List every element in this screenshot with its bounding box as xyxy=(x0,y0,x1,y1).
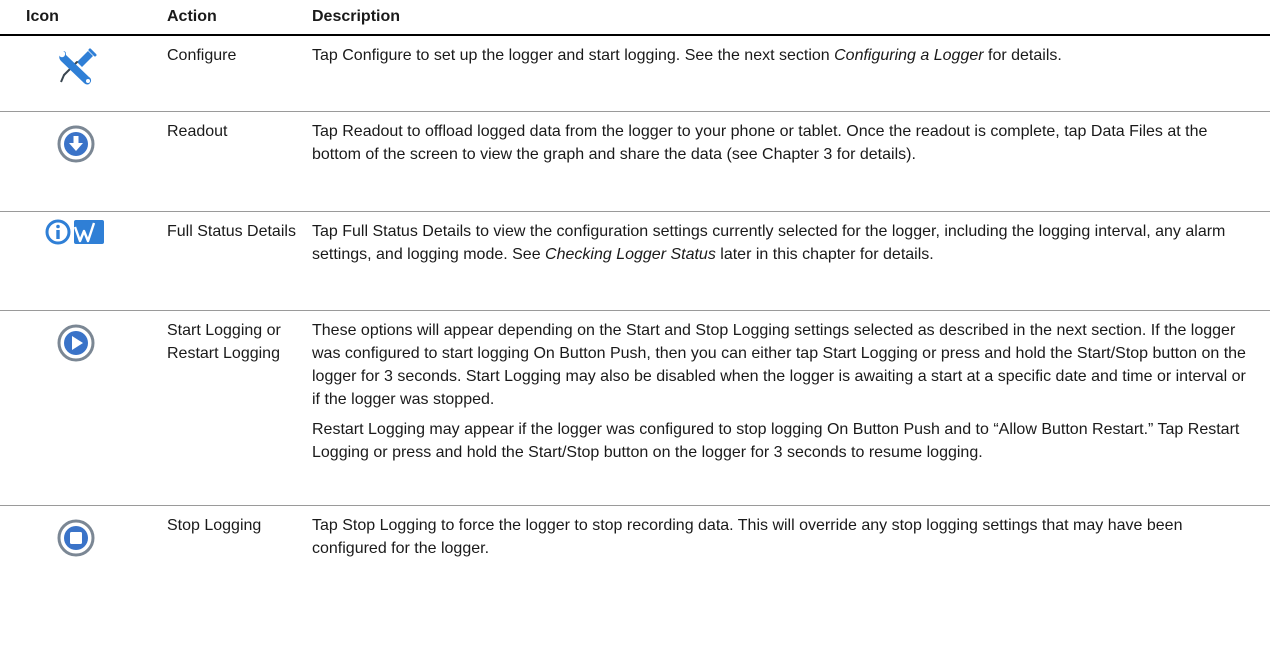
full-status-info-icon[interactable] xyxy=(44,217,108,247)
row-description: Tap Stop Logging to force the logger to … xyxy=(312,517,1183,557)
row-description: Tap Readout to offload logged data from … xyxy=(312,123,1208,163)
table-row: Start Logging or Restart Logging These o… xyxy=(0,311,1270,506)
table-row: Readout Tap Readout to offload logged da… xyxy=(0,112,1270,212)
start-play-icon[interactable] xyxy=(56,323,96,363)
table-header: Icon Action Description xyxy=(0,0,1270,36)
header-description: Description xyxy=(312,8,401,25)
table-row: Full Status Details Tap Full Status Deta… xyxy=(0,212,1270,311)
readout-arrow-down-icon[interactable] xyxy=(56,124,96,164)
stop-square-icon[interactable] xyxy=(56,518,96,558)
row-action-label: Stop Logging xyxy=(167,517,262,534)
table-row: Configure Tap Configure to set up the lo… xyxy=(0,36,1270,112)
table-row: Stop Logging Tap Stop Logging to force t… xyxy=(0,506,1270,581)
configure-wrench-icon[interactable] xyxy=(54,48,98,88)
row-action-label: Readout xyxy=(167,123,228,140)
header-icon: Icon xyxy=(26,8,59,25)
row-action-label: Start Logging or Restart Logging xyxy=(167,322,281,362)
actions-table: Icon Action Description Configure Tap Co… xyxy=(0,0,1270,581)
row-action-label: Configure xyxy=(167,47,237,64)
row-description-secondary: Restart Logging may appear if the logger… xyxy=(312,421,1240,461)
row-description: These options will appear depending on t… xyxy=(312,322,1246,408)
header-action: Action xyxy=(167,8,217,25)
row-action-label: Full Status Details xyxy=(167,223,296,240)
row-description: Tap Configure to set up the logger and s… xyxy=(312,47,1062,64)
row-description: Tap Full Status Details to view the conf… xyxy=(312,223,1226,263)
